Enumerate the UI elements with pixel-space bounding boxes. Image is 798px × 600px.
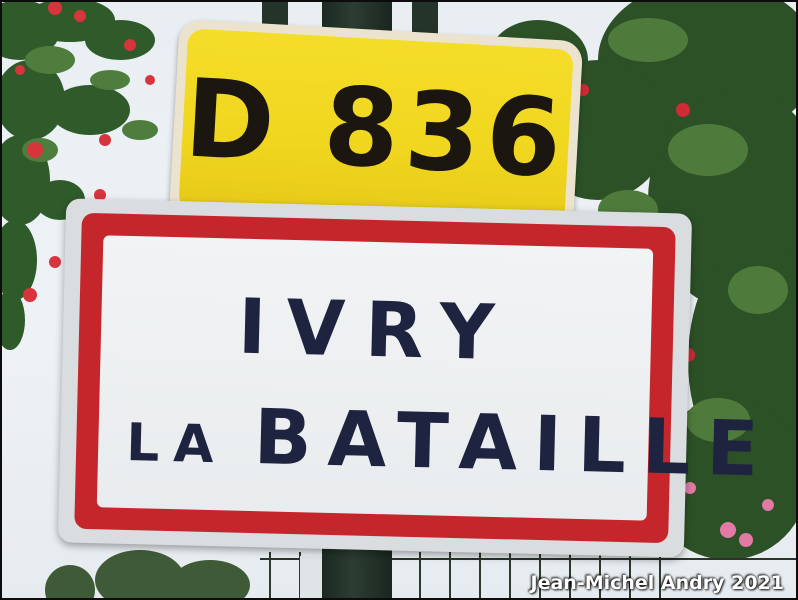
town-name-article: LA — [125, 412, 229, 476]
photo-credit: Jean-Michel Andry 2021 — [530, 572, 785, 594]
town-name-line-2: LA BATAILLE — [125, 392, 776, 494]
town-entry-sign: IVRY LA BATAILLE — [57, 198, 776, 558]
town-sign-red-border: IVRY LA BATAILLE — [74, 212, 776, 544]
town-name-line-1: IVRY — [236, 281, 516, 378]
town-name-main: BATAILLE — [252, 392, 776, 494]
town-sign-panel: IVRY LA BATAILLE — [96, 235, 776, 521]
road-number-panel: D 836 — [178, 28, 574, 232]
photo-frame: D 836 IVRY LA BATAILLE Jean-Michel Andry … — [0, 0, 798, 600]
road-number: D 836 — [181, 56, 571, 203]
